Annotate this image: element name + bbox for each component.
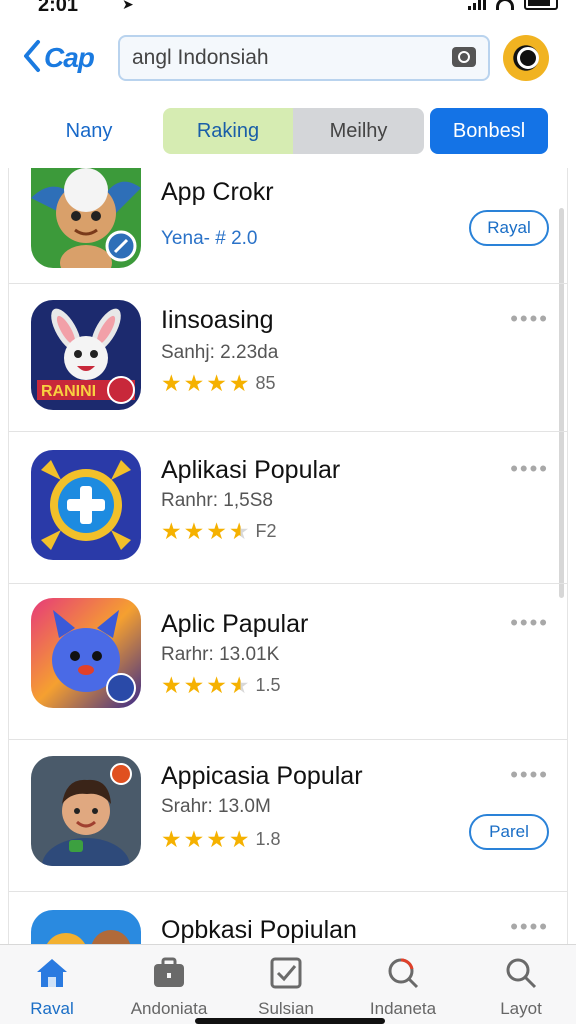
explore-icon xyxy=(388,958,419,989)
get-button[interactable]: Rayal xyxy=(469,210,549,246)
profile-avatar[interactable] xyxy=(503,35,549,81)
list-item[interactable]: App Crokr Yena- # 2.0 Rayal xyxy=(9,168,567,284)
tab-bonbesl[interactable]: Bonbesl xyxy=(430,108,548,154)
star-icon: ★ xyxy=(161,826,182,852)
bottom-nav: Raval Andoniata Sulsian Indaneta Layot xyxy=(0,944,576,1024)
camera-icon[interactable] xyxy=(452,47,476,67)
nav-item-andoniata[interactable]: Andoniata xyxy=(114,951,224,1021)
app-title[interactable]: Iinsoasing xyxy=(161,306,274,335)
rating-count: 1.5 xyxy=(255,675,281,695)
tab-ranking[interactable]: Raking xyxy=(163,108,293,154)
star-icon: ★ xyxy=(183,370,205,396)
app-header: Cap xyxy=(0,22,576,94)
rating-count: F2 xyxy=(255,521,277,541)
nav-label: Andoniata xyxy=(130,999,208,1018)
star-icon: ★ xyxy=(228,370,250,396)
app-list[interactable]: App Crokr Yena- # 2.0 Rayal RANINI Iinso… xyxy=(8,168,568,944)
blue-creature-icon xyxy=(31,598,141,708)
battery-icon xyxy=(524,0,558,10)
animals-icon xyxy=(31,910,141,944)
more-options-icon[interactable]: •••• xyxy=(510,456,549,482)
star-rating: ★ ★ ★ ★ 1.8 xyxy=(161,828,281,851)
tab-nany[interactable]: Nany xyxy=(30,108,148,154)
star-icon: ★ xyxy=(183,672,205,698)
more-options-icon[interactable]: •••• xyxy=(510,610,549,636)
app-title[interactable]: Appicasia Popular xyxy=(161,762,363,791)
status-bar: 2:01 ➤ xyxy=(0,0,576,22)
rating-count: 85 xyxy=(255,373,276,393)
search-input[interactable] xyxy=(132,45,432,71)
nav-label: Raval xyxy=(30,999,74,1018)
star-rating: ★ ★ ★ ★ 85 xyxy=(161,372,276,395)
more-options-icon[interactable]: •••• xyxy=(510,914,549,940)
svg-text:RANINI: RANINI xyxy=(41,383,96,400)
star-rating: ★ ★ ★ ★ 1.5 xyxy=(161,674,281,697)
app-title[interactable]: Aplic Papular xyxy=(161,610,308,639)
app-logo[interactable]: Cap xyxy=(44,42,95,74)
app-meta: Yena- # 2.0 xyxy=(161,228,258,249)
star-icon: ★ xyxy=(183,826,205,852)
status-time: 2:01 xyxy=(38,0,79,16)
list-item[interactable]: Appicasia Popular Srahr: 13.0M ★ ★ ★ ★ 1.8 … xyxy=(9,740,567,892)
cartoon-monkey-icon xyxy=(31,168,141,268)
star-icon: ★ xyxy=(161,672,182,698)
star-icon: ★ xyxy=(161,518,182,544)
star-icon: ★ xyxy=(206,518,227,544)
app-meta: Srahr: 13.0M xyxy=(161,796,271,817)
app-title[interactable]: Aplikasi Popular xyxy=(161,456,340,485)
star-icon: ★ xyxy=(206,672,227,698)
signal-icon xyxy=(468,0,486,10)
app-meta: Ranhr: 1,5S8 xyxy=(161,490,273,511)
briefcase-icon xyxy=(154,957,184,987)
search-icon xyxy=(506,958,537,989)
nav-label: Sulsian xyxy=(258,999,314,1018)
home-indicator[interactable] xyxy=(195,1018,385,1024)
star-icon: ★ xyxy=(183,518,205,544)
get-button[interactable]: Parel xyxy=(469,814,549,850)
nav-item-raval[interactable]: Raval xyxy=(0,951,107,1021)
app-meta: Sanhj: 2.23da xyxy=(161,342,279,363)
nav-item-layot[interactable]: Layot xyxy=(466,951,576,1021)
more-options-icon[interactable]: •••• xyxy=(510,762,549,788)
app-title[interactable]: Opbkasi Popiulan xyxy=(161,916,357,944)
boy-portrait-icon xyxy=(31,756,141,866)
list-item[interactable]: RANINI Iinsoasing Sanhj: 2.23da ★ ★ ★ ★ 85 … xyxy=(9,284,567,432)
nav-item-indaneta[interactable]: Indaneta xyxy=(348,951,458,1021)
category-tabs: Nany Raking Meilhy Bonbesl xyxy=(0,108,576,156)
rating-count: 1.8 xyxy=(255,829,281,849)
more-options-icon[interactable]: •••• xyxy=(510,306,549,332)
plus-gear-icon xyxy=(31,450,141,560)
location-arrow-icon: ➤ xyxy=(122,0,134,12)
star-icon: ★ xyxy=(161,370,182,396)
nav-item-sulsian[interactable]: Sulsian xyxy=(231,951,341,1021)
search-bar[interactable] xyxy=(118,35,490,81)
star-icon: ★ xyxy=(206,370,227,396)
star-half-icon: ★ xyxy=(228,672,250,698)
home-icon xyxy=(37,959,67,987)
nav-label: Indaneta xyxy=(369,999,437,1018)
list-item[interactable]: Aplikasi Popular Ranhr: 1,5S8 ★ ★ ★ ★ F2 ••… xyxy=(9,432,567,584)
list-item[interactable]: Opbkasi Popiulan •••• xyxy=(9,892,567,944)
bunny-game-icon: RANINI xyxy=(31,300,141,410)
star-rating: ★ ★ ★ ★ F2 xyxy=(161,520,277,543)
checkbox-icon xyxy=(270,957,302,989)
star-icon: ★ xyxy=(228,826,250,852)
star-icon: ★ xyxy=(206,826,227,852)
list-item[interactable]: Aplic Papular Rarhr: 13.01K ★ ★ ★ ★ 1.5 •••… xyxy=(9,584,567,740)
status-icons xyxy=(468,0,558,10)
star-half-icon: ★ xyxy=(228,518,250,544)
app-meta: Rarhr: 13.01K xyxy=(161,644,280,665)
back-arrow-icon[interactable] xyxy=(20,36,44,76)
tab-meilhy[interactable]: Meilhy xyxy=(293,108,424,154)
wifi-icon xyxy=(496,0,514,10)
nav-label: Layot xyxy=(500,999,542,1018)
app-title[interactable]: App Crokr xyxy=(161,178,274,207)
